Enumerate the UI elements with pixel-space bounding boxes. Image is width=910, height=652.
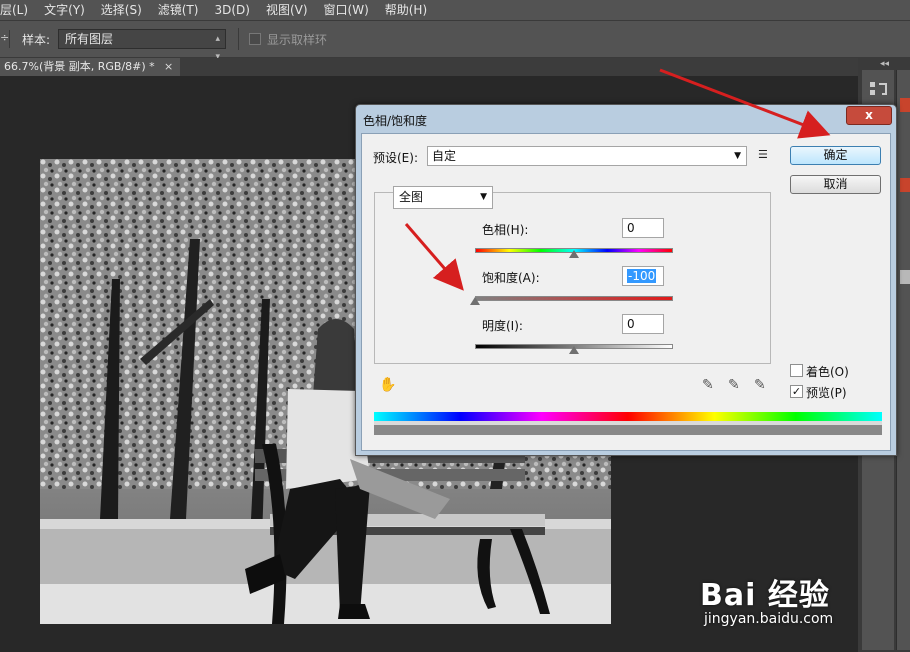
dialog-close-button[interactable]: x xyxy=(846,106,892,125)
hue-slider-thumb[interactable] xyxy=(569,250,579,258)
document-tab-title: 66.7%(背景 副本, RGB/8#) * xyxy=(4,60,155,73)
chevron-down-icon: ▼ xyxy=(480,192,487,202)
menu-help[interactable]: 帮助(H) xyxy=(377,0,435,20)
output-color-bar xyxy=(374,425,882,435)
options-divider xyxy=(238,28,240,50)
hue-input[interactable]: 0 xyxy=(622,218,664,238)
preset-value: 自定 xyxy=(432,149,457,163)
swatches-panel-strip xyxy=(896,70,910,650)
close-icon[interactable]: × xyxy=(164,58,173,76)
adjustment-group xyxy=(374,192,771,364)
preview-label: 预览(P) xyxy=(806,386,847,400)
dialog-body: 预设(E): 自定 ▼ ☰ 确定 取消 全图 ▼ 色相(H): 0 饱和度(A)… xyxy=(361,133,891,451)
sample-select[interactable]: 所有图层 ▴ ▾ xyxy=(58,29,227,62)
document-tab[interactable]: 66.7%(背景 副本, RGB/8#) * × xyxy=(0,58,180,76)
preview-checkbox[interactable]: ✓ xyxy=(790,385,803,398)
lightness-input[interactable]: 0 xyxy=(622,314,664,334)
menu-layer[interactable]: 层(L) xyxy=(0,0,36,20)
saturation-slider-thumb[interactable] xyxy=(470,297,480,305)
baidu-watermark: Bai 经验 jingyan.baidu.com xyxy=(700,570,900,640)
watermark-url: jingyan.baidu.com xyxy=(704,611,834,627)
ok-button[interactable]: 确定 xyxy=(790,146,881,165)
preset-label: 预设(E): xyxy=(373,151,418,165)
channel-select[interactable]: 全图 ▼ xyxy=(393,186,493,209)
colorize-label: 着色(O) xyxy=(806,365,849,379)
input-color-bar xyxy=(374,412,882,421)
lightness-slider-thumb[interactable] xyxy=(569,346,579,354)
size-stepper[interactable] xyxy=(0,30,10,48)
dialog-titlebar[interactable]: 色相/饱和度 x xyxy=(356,105,896,133)
lightness-label: 明度(I): xyxy=(482,319,523,333)
show-ring-checkbox[interactable] xyxy=(249,33,262,45)
colorize-checkbox[interactable] xyxy=(790,364,803,377)
eyedropper-plus-icon[interactable]: ✎ xyxy=(728,377,740,393)
saturation-label: 饱和度(A): xyxy=(482,271,540,285)
dialog-title: 色相/饱和度 xyxy=(363,114,428,128)
saturation-slider-track[interactable] xyxy=(475,296,673,301)
sample-label: 样本: xyxy=(22,32,51,47)
saturation-input[interactable]: -100 xyxy=(622,266,664,286)
color-swatch[interactable] xyxy=(900,270,910,284)
document-tab-bar: 66.7%(背景 副本, RGB/8#) * × xyxy=(0,58,858,76)
menu-select[interactable]: 选择(S) xyxy=(93,0,150,20)
cancel-button[interactable]: 取消 xyxy=(790,175,881,194)
menu-type[interactable]: 文字(Y) xyxy=(36,0,93,20)
preset-select[interactable]: 自定 ▼ xyxy=(427,146,747,166)
watermark-logo: Bai 经验 xyxy=(700,578,830,613)
saturation-value-selected: -100 xyxy=(627,269,657,283)
preset-options-icon[interactable]: ☰ xyxy=(758,148,768,161)
menu-filter[interactable]: 滤镜(T) xyxy=(150,0,207,20)
options-bar: 样本: 所有图层 ▴▾ 显示取样环 xyxy=(0,20,910,62)
hand-adjust-icon[interactable]: ✋ xyxy=(379,377,396,393)
hue-label: 色相(H): xyxy=(482,223,529,237)
chevron-down-icon: ▼ xyxy=(734,151,741,161)
color-swatch[interactable] xyxy=(900,178,910,192)
show-ring-label: 显示取样环 xyxy=(267,32,328,47)
channel-value: 全图 xyxy=(399,190,424,204)
color-swatch[interactable] xyxy=(900,98,910,112)
menu-3d[interactable]: 3D(D) xyxy=(206,0,257,20)
collapse-panels-icon[interactable]: ◂◂ xyxy=(880,59,889,69)
menu-view[interactable]: 视图(V) xyxy=(258,0,316,20)
eyedropper-minus-icon[interactable]: ✎ xyxy=(754,377,766,393)
sample-select-value: 所有图层 xyxy=(65,32,114,46)
menu-window[interactable]: 窗口(W) xyxy=(316,0,377,20)
menu-bar: 层(L) 文字(Y) 选择(S) 滤镜(T) 3D(D) 视图(V) 窗口(W)… xyxy=(0,0,910,20)
eyedropper-icon[interactable]: ✎ xyxy=(702,377,714,393)
hue-saturation-dialog: 色相/饱和度 x 预设(E): 自定 ▼ ☰ 确定 取消 全图 ▼ 色相(H):… xyxy=(355,104,897,456)
